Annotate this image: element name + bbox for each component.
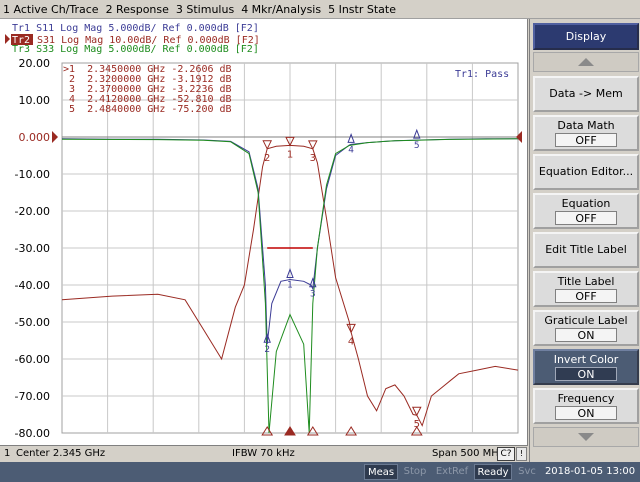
center-frequency[interactable]: Center 2.345 GHz: [16, 448, 105, 459]
marker-table: >1 2.3450000 GHz -2.2606 dB 2 2.3200000 …: [63, 64, 232, 115]
marker-symbols: 1 1 2 2 3 3 4 4 5 5: [261, 128, 423, 436]
instrument-status-bar: Meas Stop ExtRef Ready Svc 2018-01-05 13…: [0, 462, 640, 482]
menu-bar: 1 Active Ch/Trace 2 Response 3 Stimulus …: [0, 0, 640, 19]
softkey-label: Equation: [561, 197, 611, 210]
ref-right-arrow-icon: [516, 131, 522, 143]
status-svc: Svc: [518, 466, 536, 477]
softkey-value: ON: [555, 328, 617, 342]
softkey-value: OFF: [555, 289, 617, 303]
marker-4-s11-label: 4: [348, 145, 354, 155]
softkey-graticule-label[interactable]: Graticule Label ON: [533, 310, 639, 346]
status-extref: ExtRef: [435, 466, 469, 477]
marker-2-label: 2: [264, 153, 270, 164]
softkey-edit-title-label[interactable]: Edit Title Label: [533, 232, 639, 268]
softkey-title-label: Display: [565, 30, 607, 43]
softkey-label: Invert Color: [553, 353, 619, 366]
y-tick-label: -70.00: [15, 390, 50, 403]
span-frequency[interactable]: Span 500 MHz: [432, 448, 504, 459]
status-meas: Meas: [364, 464, 398, 480]
menu-instr-state[interactable]: 5 Instr State: [325, 3, 400, 16]
menu-stimulus[interactable]: 3 Stimulus: [173, 3, 238, 16]
active-trace-arrow-icon: [5, 34, 10, 44]
stimulus-marker-4-icon[interactable]: [345, 426, 358, 436]
softkey-invert-color[interactable]: Invert Color ON: [533, 349, 639, 385]
softkey-label: Title Label: [557, 275, 615, 288]
softkey-equation[interactable]: Equation OFF: [533, 193, 639, 229]
softkey-equation-editor[interactable]: Equation Editor...: [533, 154, 639, 190]
scroll-down-icon: [578, 433, 594, 441]
y-tick-label: 0.000: [19, 131, 51, 144]
stimulus-marker-1-icon[interactable]: [284, 426, 296, 436]
marker-1-s11-label: 1: [287, 280, 293, 290]
y-tick-label: 10.00: [19, 94, 51, 107]
scroll-up-icon: [578, 58, 594, 66]
marker-5-s11-label: 5: [414, 141, 420, 151]
softkey-value: ON: [555, 367, 617, 381]
stimulus-marker-2-icon[interactable]: [261, 426, 274, 436]
pass-fail-status: Tr1: Pass: [455, 69, 509, 80]
softkey-label: Data Math: [557, 119, 615, 132]
marker-2-s11-label: 2: [264, 345, 270, 355]
softkey-label: Graticule Label: [544, 314, 628, 327]
softkey-value: OFF: [555, 133, 617, 147]
y-tick-label: -50.00: [15, 316, 50, 329]
marker-5-label: 5: [414, 419, 420, 430]
softkey-label: Equation Editor...: [538, 165, 634, 178]
correction-badge: C?: [497, 447, 515, 461]
y-tick-label: -80.00: [15, 427, 50, 440]
softkey-label: Edit Title Label: [545, 243, 627, 256]
softkey-data-to-mem[interactable]: Data -> Mem: [533, 76, 639, 112]
softkey-label: Frequency: [557, 392, 615, 405]
channel-status-bar: 1 Center 2.345 GHz IFBW 70 kHz Span 500 …: [0, 445, 528, 462]
softkey-value: OFF: [555, 211, 617, 225]
trace-display[interactable]: Tr1 S11 Log Mag 5.000dB/ Ref 0.000dB [F2…: [0, 19, 528, 445]
y-tick-label: -30.00: [15, 242, 50, 255]
marker-5-icon[interactable]: [411, 406, 422, 417]
softkey-title-label[interactable]: Title Label OFF: [533, 271, 639, 307]
softkey-data-math[interactable]: Data Math OFF: [533, 115, 639, 151]
scroll-down-button[interactable]: [533, 427, 639, 447]
trace-chart: Tr1 S11 Log Mag 5.000dB/ Ref 0.000dB [F2…: [5, 23, 522, 440]
marker-1-label: 1: [287, 149, 293, 160]
softkey-panel: Display Data -> Mem Data Math OFF Equatio…: [529, 19, 640, 462]
ifbw[interactable]: IFBW 70 kHz: [232, 448, 295, 459]
trace-header-tr1[interactable]: Tr1 S11 Log Mag 5.000dB/ Ref 0.000dB [F2…: [12, 23, 259, 34]
y-axis-labels: 20.00 10.00 0.000 -10.00 -20.00 -30.00 -40.00 -…: [15, 57, 50, 440]
status-ready: Ready: [474, 464, 512, 480]
y-tick-label: -60.00: [15, 353, 50, 366]
channel-menu-icon[interactable]: !: [516, 447, 527, 461]
scroll-up-button[interactable]: [533, 52, 639, 72]
softkey-title-display[interactable]: Display: [533, 23, 639, 50]
menu-active-ch-trace[interactable]: 1 Active Ch/Trace: [0, 3, 103, 16]
ref-left-arrow-icon: [52, 131, 58, 143]
softkey-frequency[interactable]: Frequency ON: [533, 388, 639, 424]
y-tick-label: -10.00: [15, 168, 50, 181]
status-stop: Stop: [403, 466, 427, 477]
marker-4-s11-icon[interactable]: [347, 132, 355, 143]
y-tick-label: 20.00: [19, 57, 51, 70]
y-tick-label: -40.00: [15, 279, 50, 292]
softkey-value: ON: [555, 406, 617, 420]
marker-3-label: 3: [310, 153, 316, 164]
menu-response[interactable]: 2 Response: [103, 3, 173, 16]
channel-number: 1: [4, 448, 11, 459]
status-datetime: 2018-01-05 13:00: [544, 466, 636, 477]
trace-header-tr3[interactable]: Tr3 S33 Log Mag 5.000dB/ Ref 0.000dB [F2…: [12, 44, 259, 55]
marker-readout-5: 5 2.4840000 GHz -75.200 dB: [63, 104, 232, 115]
menu-mkr-analysis[interactable]: 4 Mkr/Analysis: [238, 3, 325, 16]
softkey-label: Data -> Mem: [549, 87, 623, 100]
marker-3-s11-label: 3: [310, 290, 316, 300]
marker-4-label: 4: [348, 336, 354, 347]
y-tick-label: -20.00: [15, 205, 50, 218]
